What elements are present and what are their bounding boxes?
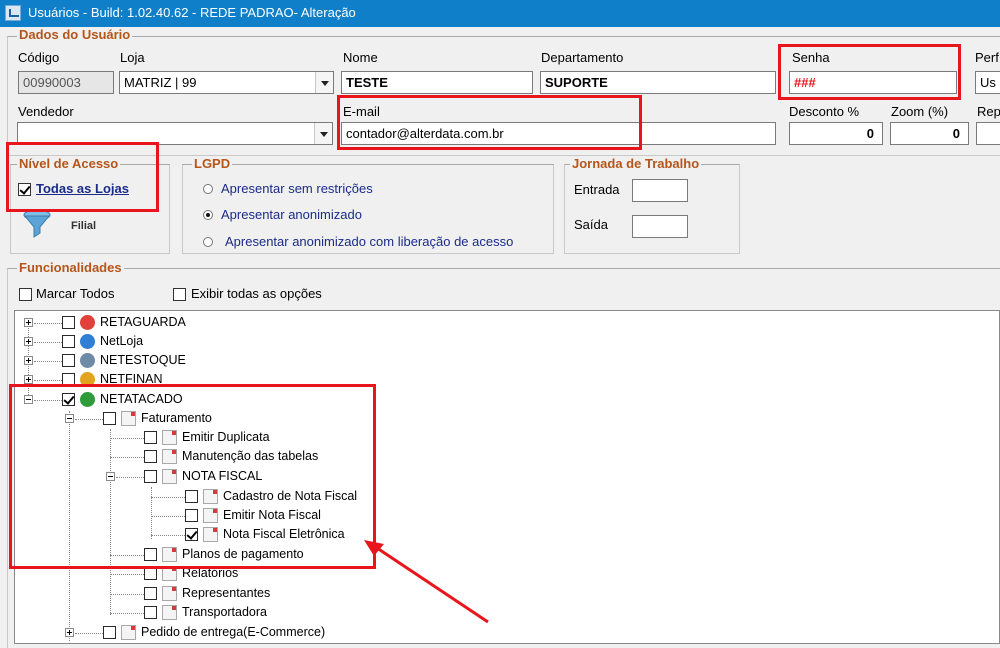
exibir-todas-label[interactable]: Exibir todas as opções: [191, 286, 322, 301]
tree-checkbox[interactable]: [103, 626, 116, 639]
tree-node-label: NETESTOQUE: [100, 353, 186, 367]
tree-expand-button[interactable]: [24, 318, 33, 327]
netestoque-app-icon: [80, 353, 95, 368]
tree-node-label: RETAGUARDA: [100, 315, 186, 329]
senha-highlight: [778, 44, 961, 100]
marcar-todos-label[interactable]: Marcar Todos: [36, 286, 115, 301]
zoom-field[interactable]: 0: [890, 122, 969, 145]
tree-checkbox[interactable]: [62, 316, 75, 329]
marcar-todos-checkbox[interactable]: [19, 288, 32, 301]
rep-label: Rep: [977, 104, 1000, 119]
tree-checkbox[interactable]: [62, 335, 75, 348]
filter-icon: [23, 209, 51, 238]
tree-node-label: Transportadora: [182, 605, 267, 619]
tree-line: [110, 574, 144, 575]
tree-line: [34, 361, 62, 362]
tree-line: [34, 342, 62, 343]
tree-node-label: NetLoja: [100, 334, 144, 348]
window-titlebar: Usuários - Build: 1.02.40.62 - REDE PADR…: [0, 0, 1000, 27]
lgpd-radio-2[interactable]: [203, 237, 213, 247]
tree-node-netestoque[interactable]: NETESTOQUE: [20, 352, 320, 370]
perfil-field[interactable]: Us: [975, 71, 1000, 94]
lgpd-option-0[interactable]: Apresentar sem restrições: [221, 181, 373, 196]
departamento-field[interactable]: SUPORTE: [540, 71, 776, 94]
tree-line: [110, 613, 144, 614]
dados-group-title: Dados do Usuário: [17, 27, 133, 42]
loja-select[interactable]: MATRIZ | 99: [119, 71, 334, 94]
email-highlight: [337, 95, 642, 150]
entrada-label: Entrada: [574, 182, 620, 197]
lgpd-option-2[interactable]: Apresentar anonimizado com liberação de …: [225, 234, 513, 249]
tree-line: [34, 380, 62, 381]
funcionalidades-group-title: Funcionalidades: [17, 260, 124, 275]
tree-node-transportadora[interactable]: Transportadora: [102, 604, 402, 622]
document-icon: [162, 586, 177, 601]
saida-field[interactable]: [632, 215, 688, 238]
jornada-group-frame: [564, 164, 740, 254]
codigo-field[interactable]: 00990003: [18, 71, 114, 94]
tree-line: [34, 323, 62, 324]
nome-label: Nome: [343, 50, 378, 65]
lgpd-group-title: LGPD: [192, 156, 233, 171]
saida-label: Saída: [574, 217, 608, 232]
codigo-label: Código: [18, 50, 60, 65]
tree-checkbox[interactable]: [144, 587, 157, 600]
netloja-app-icon: [80, 334, 95, 349]
filial-label[interactable]: Filial: [71, 220, 96, 232]
tree-expand-button[interactable]: [24, 375, 33, 384]
rep-field[interactable]: [976, 122, 1000, 145]
tree-expand-button[interactable]: [65, 628, 74, 637]
tree-node-representantes[interactable]: Representantes: [102, 585, 402, 603]
tree-node-retaguarda[interactable]: RETAGUARDA: [20, 314, 320, 332]
tree-expand-button[interactable]: [24, 356, 33, 365]
tree-line: [110, 594, 144, 595]
nome-field[interactable]: TESTE: [341, 71, 533, 94]
lgpd-option-1[interactable]: Apresentar anonimizado: [221, 207, 362, 222]
desconto-label: Desconto %: [789, 104, 860, 119]
tree-node-label: Representantes: [182, 586, 271, 600]
tree-line: [75, 633, 103, 634]
entrada-field[interactable]: [632, 179, 688, 202]
app-icon: [5, 5, 21, 21]
loja-value: MATRIZ | 99: [124, 75, 197, 90]
zoom-label: Zoom (%): [891, 104, 949, 119]
annotation-arrow-icon: [364, 540, 489, 624]
departamento-label: Departamento: [541, 50, 624, 65]
vendedor-dropdown-button[interactable]: [314, 123, 332, 144]
tree-checkbox[interactable]: [144, 606, 157, 619]
vendedor-label: Vendedor: [18, 104, 74, 119]
tree-expand-button[interactable]: [24, 337, 33, 346]
netatacado-highlight: [9, 384, 376, 569]
window-title: Usuários - Build: 1.02.40.62 - REDE PADR…: [28, 5, 356, 20]
lgpd-radio-0[interactable]: [203, 184, 213, 194]
document-icon: [121, 625, 136, 640]
tree-node-label: Pedido de entrega(E-Commerce): [141, 625, 326, 639]
document-icon: [162, 605, 177, 620]
perfil-label: Perf: [975, 50, 999, 65]
retaguarda-app-icon: [80, 315, 95, 330]
loja-dropdown-button[interactable]: [315, 72, 333, 93]
desconto-field[interactable]: 0: [789, 122, 883, 145]
lgpd-radio-1[interactable]: [203, 210, 213, 220]
exibir-todas-checkbox[interactable]: [173, 288, 186, 301]
nivel-highlight: [6, 142, 159, 212]
tree-checkbox[interactable]: [62, 354, 75, 367]
loja-label: Loja: [120, 50, 145, 65]
jornada-group-title: Jornada de Trabalho: [570, 156, 702, 171]
tree-node-netloja[interactable]: NetLoja: [20, 333, 320, 351]
